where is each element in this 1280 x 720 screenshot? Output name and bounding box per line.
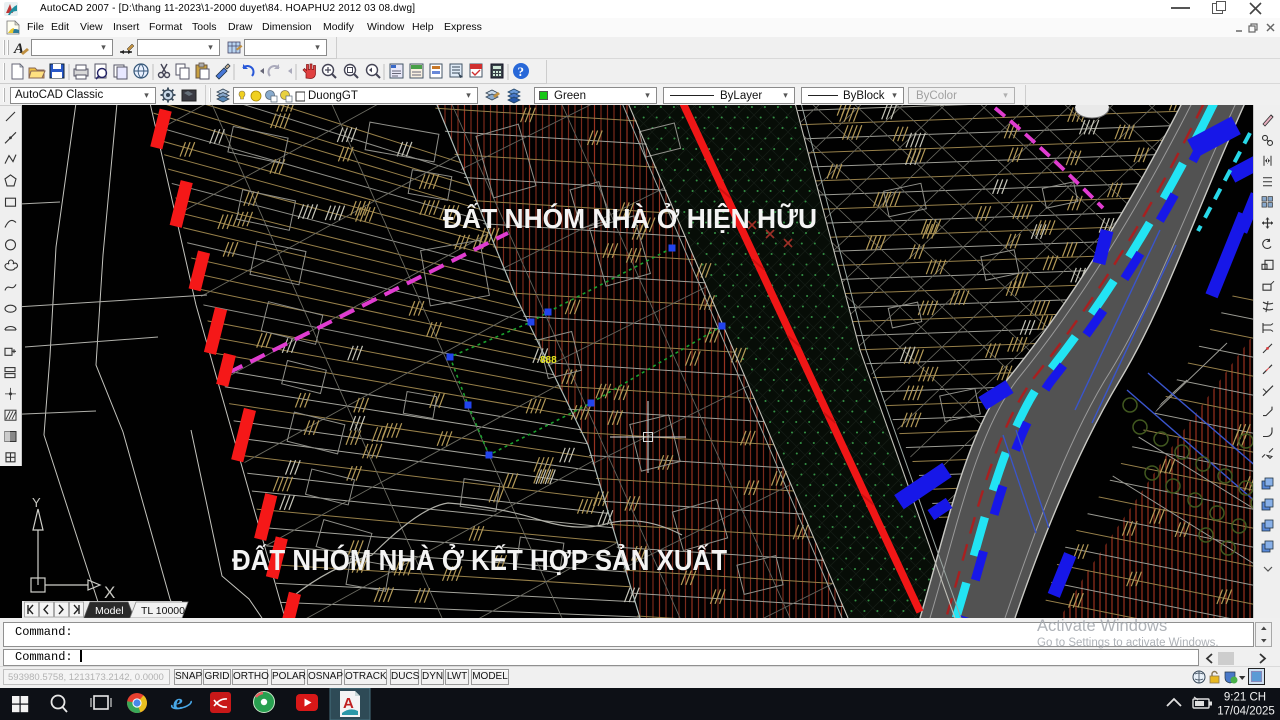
svg-text:ĐẤT NHÓM NHÀ Ở KẾT HỢP SẢN XUẤ: ĐẤT NHÓM NHÀ Ở KẾT HỢP SẢN XUẤT [232,543,727,577]
svg-text:TL 10000: TL 10000 [141,605,185,617]
svg-text:X: X [104,583,115,602]
svg-text:ĐẤT NHÓM NHÀ Ở HIỆN HỮU: ĐẤT NHÓM NHÀ Ở HIỆN HỮU [443,202,817,234]
svg-text:17/04/2025: 17/04/2025 [1217,706,1275,718]
svg-text:888: 888 [540,355,557,366]
svg-text:9:21 CH: 9:21 CH [1224,692,1266,704]
svg-text:Y: Y [32,495,41,510]
svg-text:Model: Model [95,605,124,617]
svg-text:?: ? [518,64,525,79]
svg-text:e: e [173,689,183,714]
